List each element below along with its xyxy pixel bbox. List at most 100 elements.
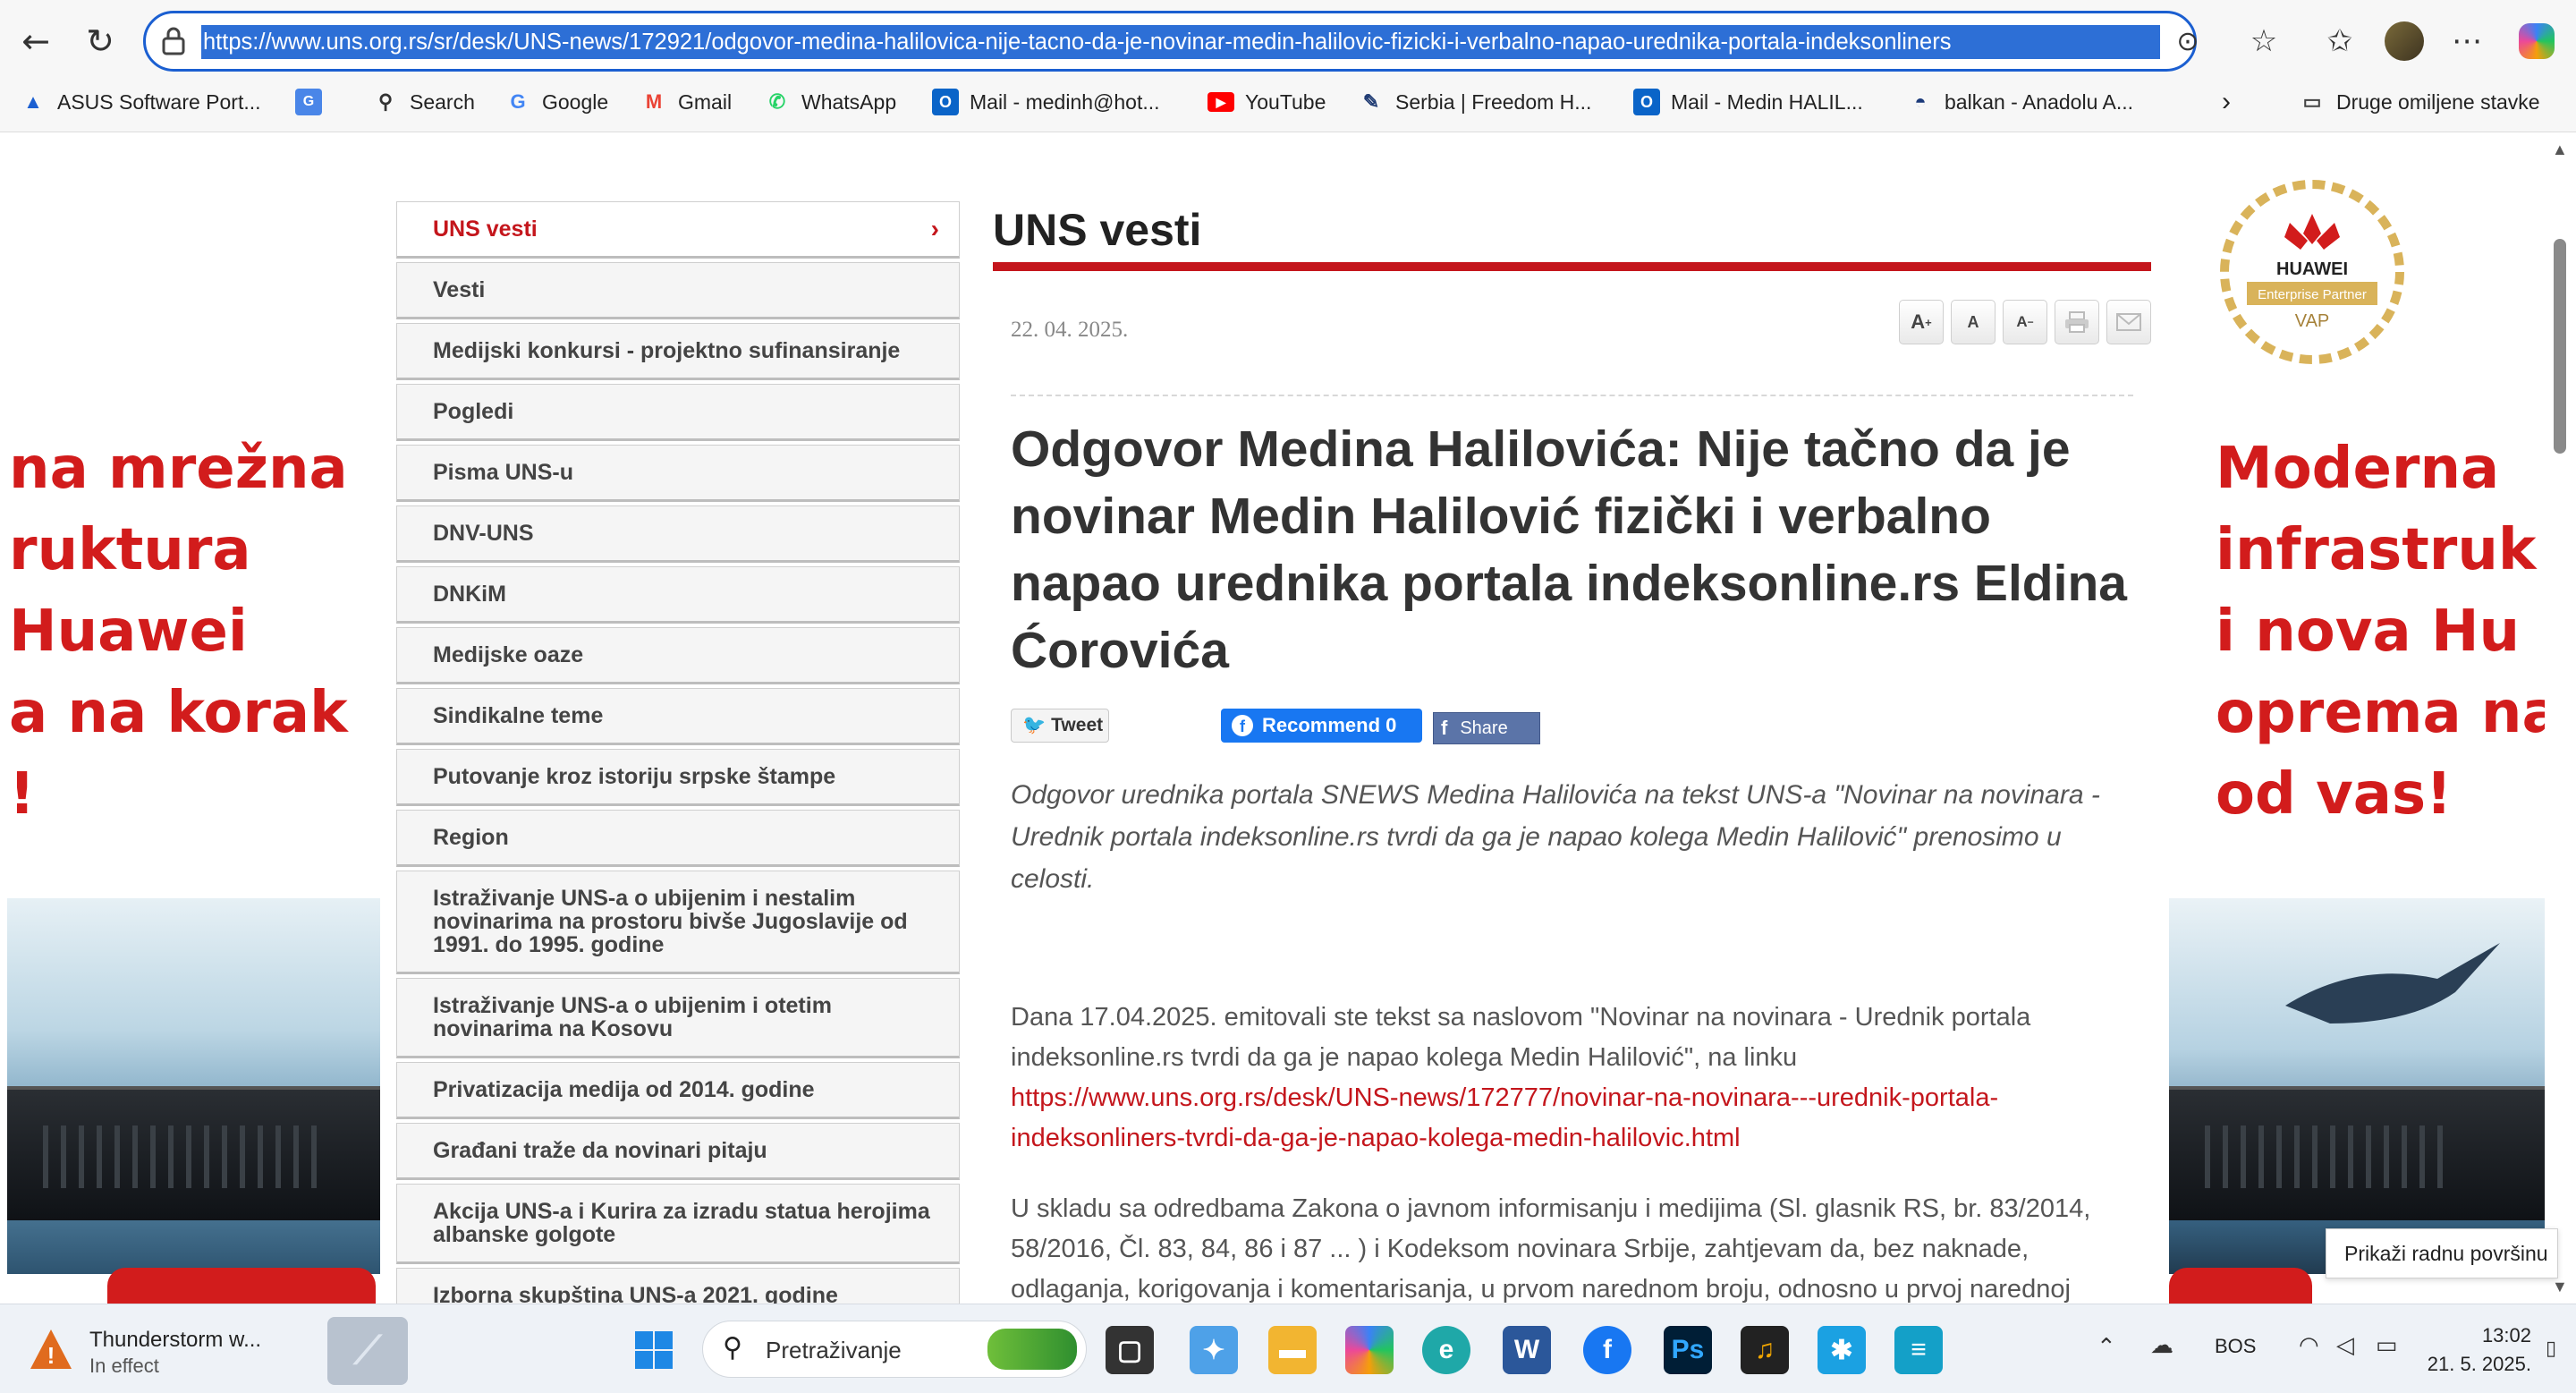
font-decrease-button[interactable]: A −: [2003, 300, 2047, 344]
copilot-pre-icon[interactable]: ✦: [1190, 1326, 1238, 1374]
url-text[interactable]: https://www.uns.org.rs/sr/desk/UNS-news/…: [201, 25, 2160, 59]
page-scrollbar[interactable]: ▲ ▼: [2545, 133, 2576, 1304]
article-link[interactable]: https://www.uns.org.rs/desk/UNS-news/172…: [1011, 1083, 1998, 1152]
right-ad-line: infrastruk: [2216, 517, 2537, 583]
facebook-icon: f: [1441, 717, 1448, 739]
bookmark-youtube[interactable]: ▶ YouTube: [1208, 86, 1326, 118]
notepad-icon[interactable]: ≡: [1894, 1326, 1943, 1374]
bookmark-freedom-house[interactable]: ✎ Serbia | Freedom H...: [1358, 86, 1592, 118]
copilot-icon[interactable]: [1345, 1326, 1394, 1374]
font-reset-button[interactable]: A: [1951, 300, 1996, 344]
back-arrow-icon[interactable]: ←: [13, 18, 59, 64]
asus-icon: ▲: [23, 90, 43, 113]
volume-icon[interactable]: ◁: [2336, 1331, 2354, 1359]
edge-browser-icon[interactable]: e: [1422, 1326, 1470, 1374]
scroll-thumb[interactable]: [2554, 239, 2566, 454]
sidebar-item-putovanje[interactable]: Putovanje kroz istoriju srpske štampe: [396, 749, 960, 806]
social-buttons: 🐦 Tweet f Recommend 0 f Share: [1011, 709, 2147, 744]
bookmark-asus[interactable]: ▲ ASUS Software Port...: [20, 86, 260, 118]
favorite-star-icon[interactable]: ☆: [2241, 18, 2287, 64]
tweet-button[interactable]: 🐦 Tweet: [1011, 709, 1109, 743]
sidebar-item-region[interactable]: Region: [396, 810, 960, 867]
scroll-up-arrow-icon[interactable]: ▲: [2552, 140, 2568, 159]
sidebar-item-dnkim[interactable]: DNKiM: [396, 566, 960, 624]
sidebar-item-privatizacija[interactable]: Privatizacija medija od 2014. godine: [396, 1062, 960, 1119]
article-lead: Odgovor urednika portala SNEWS Medina Ha…: [1011, 780, 2100, 894]
sidebar-item-dnv-uns[interactable]: DNV-UNS: [396, 505, 960, 563]
outlook-icon: O: [932, 89, 959, 115]
windows-start-icon[interactable]: [630, 1326, 678, 1374]
article-paragraph: U skladu sa odredbama Zakona o javnom in…: [1011, 1194, 2091, 1304]
photoshop-icon[interactable]: Ps: [1664, 1326, 1712, 1374]
left-ad-line: ruktura: [9, 517, 251, 583]
input-language[interactable]: BOS: [2215, 1335, 2256, 1358]
sidebar-item-sindikalne-teme[interactable]: Sindikalne teme: [396, 688, 960, 745]
taskbar-search[interactable]: ⚲ Pretraživanje: [702, 1321, 1087, 1378]
right-ad-line: i nova Hu: [2216, 599, 2521, 665]
facebook-recommend-button[interactable]: f Recommend 0: [1221, 709, 1422, 743]
weather-widget[interactable]: ! Thunderstorm w... In effect: [27, 1326, 313, 1380]
sidebar-item-uns-vesti[interactable]: UNS vesti ›: [396, 201, 960, 259]
sidebar-nav: UNS vesti › Vesti Medijski konkursi - pro…: [396, 201, 960, 1304]
wifi-icon[interactable]: ◠: [2299, 1331, 2319, 1359]
left-ad-banner[interactable]: na mrežna ruktura Huawei a na korak !: [0, 133, 380, 1304]
clock-date: 21. 5. 2025.: [2427, 1353, 2531, 1375]
bookmark-outlook-1[interactable]: O Mail - medinh@hot...: [932, 86, 1160, 118]
sidebar-item-istrazivanje-kosovo[interactable]: Istraživanje UNS-a o ubijenim i otetim n…: [396, 978, 960, 1058]
sidebar-item-pisma[interactable]: Pisma UNS-u: [396, 445, 960, 502]
task-view-icon[interactable]: ▢: [1106, 1326, 1154, 1374]
copilot-icon[interactable]: [2513, 18, 2560, 64]
whatsapp-icon: ✆: [768, 90, 786, 113]
windows-taskbar: ! Thunderstorm w... In effect ⟋ ⚲ Pretra…: [0, 1304, 2576, 1393]
facebook-app-icon[interactable]: f: [1583, 1326, 1631, 1374]
weather-subtitle: In effect: [89, 1355, 159, 1377]
notifications-icon[interactable]: ▯: [2546, 1337, 2556, 1360]
bookmark-anadolu[interactable]: ◓ balkan - Anadolu A...: [1907, 86, 2133, 118]
lock-icon[interactable]: [160, 26, 187, 56]
sidebar-item-pogledi[interactable]: Pogledi: [396, 384, 960, 441]
article-headline: Odgovor Medina Halilovića: Nije tačno da…: [1011, 420, 2127, 679]
page-actions-icon[interactable]: ⊙: [2165, 18, 2211, 64]
sidebar-item-istrazivanje-jugoslavija[interactable]: Istraživanje UNS-a o ubijenim i nestalim…: [396, 871, 960, 974]
scroll-down-arrow-icon[interactable]: ▼: [2552, 1278, 2568, 1296]
favorites-list-icon[interactable]: ✩: [2317, 18, 2363, 64]
tray-overflow-chevron-icon[interactable]: ⌃: [2097, 1333, 2116, 1361]
sidebar-item-akcija[interactable]: Akcija UNS-a i Kurira za izradu statua h…: [396, 1184, 960, 1264]
mail-icon[interactable]: [2106, 300, 2151, 344]
file-explorer-icon[interactable]: ▬: [1268, 1326, 1317, 1374]
network-status-icon[interactable]: ☁: [2150, 1331, 2174, 1359]
bookmark-search[interactable]: ⚲ Search: [372, 86, 475, 118]
sidebar-item-izborna-skupstina[interactable]: Izborna skupština UNS-a 2021. godine: [396, 1268, 960, 1304]
sidebar-item-medijski-konkursi[interactable]: Medijski konkursi - projektno sufinansir…: [396, 323, 960, 380]
word-icon[interactable]: W: [1503, 1326, 1551, 1374]
clock[interactable]: 13:02 21. 5. 2025.: [2415, 1324, 2531, 1376]
other-favorites[interactable]: ▭ Druge omiljene stavke: [2299, 86, 2540, 118]
clock-time: 13:02: [2481, 1324, 2531, 1346]
search-placeholder: Pretraživanje: [766, 1337, 902, 1363]
folder-icon: ▭: [2302, 90, 2322, 113]
font-increase-button[interactable]: A +: [1899, 300, 1944, 344]
right-ad-banner[interactable]: HUAWEI Enterprise Partner VAP Moderna in…: [2169, 133, 2545, 1304]
facebook-share-button[interactable]: f Share: [1433, 712, 1540, 744]
bookmark-whatsapp[interactable]: ✆ WhatsApp: [764, 86, 896, 118]
bookmark-outlook-2[interactable]: O Mail - Medin HALIL...: [1633, 86, 1863, 118]
battery-icon[interactable]: ▭: [2376, 1331, 2398, 1359]
bookmark-google-translate[interactable]: G: [295, 86, 333, 118]
bookmarks-overflow-chevron-icon[interactable]: ›: [2222, 86, 2231, 118]
page-viewport: na mrežna ruktura Huawei a na korak ! UN…: [0, 133, 2576, 1304]
article-tools: A + A A −: [1899, 300, 2151, 344]
vpn-app-icon[interactable]: ✱: [1818, 1326, 1866, 1374]
address-bar[interactable]: https://www.uns.org.rs/sr/desk/UNS-news/…: [143, 11, 2197, 72]
print-icon[interactable]: [2055, 300, 2099, 344]
show-desktop-tooltip: Prikaži radnu površinu: [2326, 1228, 2558, 1278]
sidebar-item-gradjani[interactable]: Građani traže da novinari pitaju: [396, 1123, 960, 1180]
app-switcher-icon[interactable]: ⟋: [327, 1317, 408, 1385]
bookmark-gmail[interactable]: M Gmail: [640, 86, 732, 118]
audio-app-icon[interactable]: ♫: [1741, 1326, 1789, 1374]
sidebar-item-vesti[interactable]: Vesti: [396, 262, 960, 319]
sidebar-item-medijske-oaze[interactable]: Medijske oaze: [396, 627, 960, 684]
bookmark-google[interactable]: G Google: [504, 86, 608, 118]
reload-icon[interactable]: ↻: [77, 18, 123, 64]
profile-avatar[interactable]: [2381, 18, 2428, 64]
settings-more-icon[interactable]: ⋯: [2444, 18, 2490, 64]
